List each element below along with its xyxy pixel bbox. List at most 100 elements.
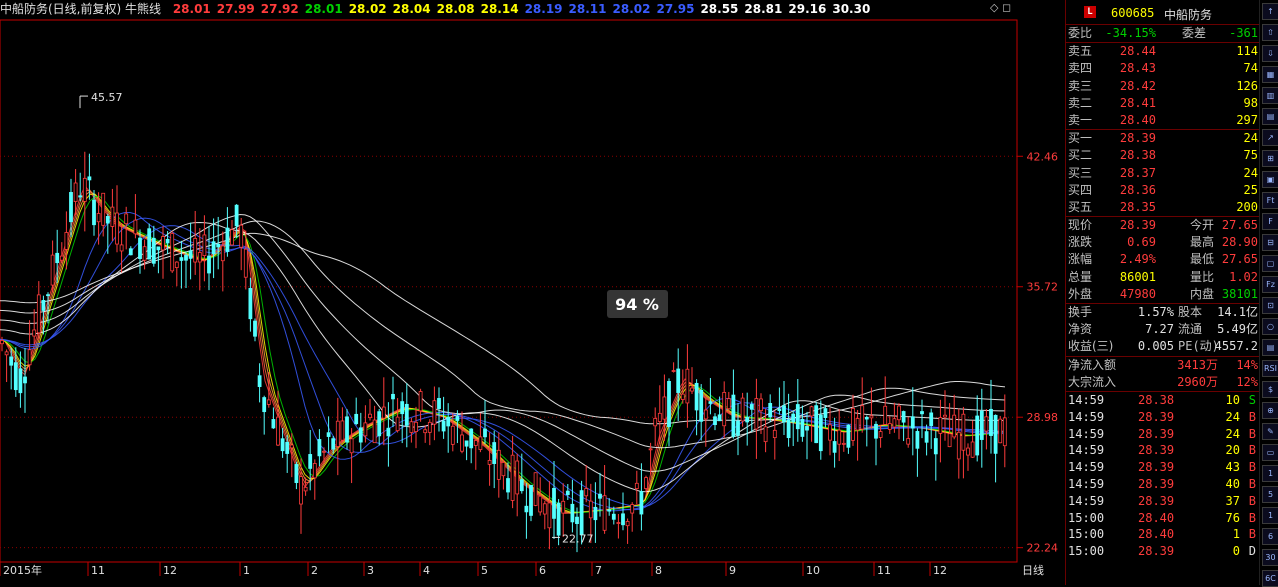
x-axis-label: 3: [367, 564, 374, 577]
toolbar-button-icon[interactable]: ↑: [1262, 3, 1278, 20]
stats-list-2: 换手 1.57% 股本 14.1亿 净资 7.27 流通 5.49亿 收益(三) 0.005 PE(…: [1066, 304, 1260, 356]
candle-body: [759, 398, 763, 412]
toolbar-button-icon[interactable]: 6: [1262, 528, 1278, 545]
candle-body: [446, 417, 451, 427]
bids-row: 买二 28.38 75: [1068, 148, 1258, 163]
candle-body: [588, 500, 593, 519]
toolbar-button-icon[interactable]: RSI: [1262, 360, 1278, 377]
candle-body: [363, 422, 368, 437]
ma-value: 28.19: [524, 2, 563, 16]
candle-body: [220, 245, 225, 262]
toolbar-button-icon[interactable]: ⇧: [1262, 24, 1278, 41]
candle-body: [703, 409, 708, 420]
trade-row: 14:59 28.39 24 B: [1068, 409, 1256, 424]
trade-row: 14:59 28.39 43 B: [1068, 460, 1256, 475]
candle-body: [966, 447, 970, 456]
candle-body: [243, 248, 248, 278]
ma-value: 28.14: [480, 2, 519, 16]
toolbar-button-icon[interactable]: Ft: [1262, 192, 1278, 209]
bids-row: 买四 28.36 25: [1068, 182, 1258, 197]
candle-body: [575, 516, 579, 524]
candle-body: [855, 418, 860, 431]
candle-body: [515, 460, 520, 495]
candle-body: [266, 399, 271, 405]
candle-body: [662, 396, 667, 420]
corner-icons[interactable]: ◇ ◻: [990, 1, 1011, 14]
toolbar-button-icon[interactable]: ○: [1262, 318, 1278, 335]
candle-body: [989, 408, 993, 436]
candle-body: [469, 428, 474, 449]
candle-body: [36, 294, 41, 334]
candle-body: [943, 414, 947, 418]
toolbar-button-icon[interactable]: Fz: [1262, 276, 1278, 293]
asks-row: 卖二 28.41 98: [1068, 95, 1258, 110]
candle-body: [524, 505, 529, 513]
candle-body: [984, 416, 989, 432]
stock-code: 600685: [1111, 6, 1155, 20]
candle-body: [570, 503, 575, 523]
candle-body: [878, 431, 883, 438]
candle-body: [818, 414, 823, 452]
kline-chart[interactable]: 42.4635.7228.9822.242015年 11 12 1 2 3 4 5 6 7 8 9 10…: [0, 0, 1065, 585]
candle-body: [887, 423, 892, 430]
candle-body: [133, 219, 138, 235]
toolbar-button-icon[interactable]: F: [1262, 213, 1278, 230]
candle-body: [400, 401, 405, 415]
toolbar-button-icon[interactable]: ▥: [1262, 87, 1278, 104]
toolbar-button-icon[interactable]: ⊕: [1262, 402, 1278, 419]
candle-body: [892, 418, 897, 428]
candle-body: [869, 415, 874, 419]
candle-body: [326, 432, 331, 437]
candle-body: [87, 176, 92, 181]
x-axis-label: 4: [423, 564, 430, 577]
candle-body: [906, 438, 911, 445]
candle-body: [13, 362, 18, 391]
candle-body: [657, 412, 662, 422]
toolbar-button-icon[interactable]: ▣: [1262, 171, 1278, 188]
toolbar-button-icon[interactable]: 1: [1262, 507, 1278, 524]
candle-body: [722, 392, 727, 427]
candle-body: [312, 463, 317, 479]
high-annotation: 45.57: [91, 91, 123, 104]
candle-body: [253, 320, 257, 337]
bids-row: 买五 28.35 200: [1068, 199, 1258, 214]
candle-body: [685, 368, 690, 404]
candle-body: [9, 356, 14, 366]
candle-body: [294, 464, 299, 483]
toolbar-button-icon[interactable]: ⊡: [1262, 297, 1278, 314]
trade-row: 14:59 28.39 40 B: [1068, 476, 1256, 491]
toolbar-button-icon[interactable]: ▭: [1262, 444, 1278, 461]
bottom-tabs[interactable]: [0, 577, 1065, 585]
toolbar-button-icon[interactable]: ↗: [1262, 129, 1278, 146]
toolbar-button-icon[interactable]: ⇩: [1262, 45, 1278, 62]
toolbar-button-icon[interactable]: ▤: [1262, 108, 1278, 125]
toolbar-button-icon[interactable]: ▦: [1262, 66, 1278, 83]
toolbar-button-icon[interactable]: ▢: [1262, 255, 1278, 272]
candle-body: [335, 420, 340, 447]
candle-body: [450, 425, 455, 445]
candle-body: [598, 493, 602, 499]
candle-body: [207, 255, 211, 274]
x-axis-label: 5: [481, 564, 488, 577]
x-axis-label: 12: [163, 564, 177, 577]
toolbar-button-icon[interactable]: 5: [1262, 486, 1278, 503]
candle-body: [73, 182, 78, 202]
toolbar-button-icon[interactable]: ✎: [1262, 423, 1278, 440]
trade-row: 14:59 28.38 10 S: [1068, 392, 1256, 407]
toolbar-button-icon[interactable]: ⊟: [1262, 234, 1278, 251]
candle-body: [644, 477, 648, 489]
toolbar-button-icon[interactable]: 6C: [1262, 570, 1278, 587]
candle-body: [473, 440, 478, 446]
toolbar-button-icon[interactable]: 30: [1262, 549, 1278, 566]
candle-body: [437, 398, 441, 409]
toolbar-button-icon[interactable]: $: [1262, 381, 1278, 398]
candle-body: [18, 368, 23, 394]
candle-body: [874, 423, 878, 439]
candle-body: [579, 490, 584, 536]
toolbar-button-icon[interactable]: 1: [1262, 465, 1278, 482]
candle-body: [151, 237, 156, 264]
candle-body: [920, 411, 924, 415]
candle-body: [993, 414, 998, 454]
toolbar-button-icon[interactable]: ▤: [1262, 339, 1278, 356]
toolbar-button-icon[interactable]: ⊞: [1262, 150, 1278, 167]
